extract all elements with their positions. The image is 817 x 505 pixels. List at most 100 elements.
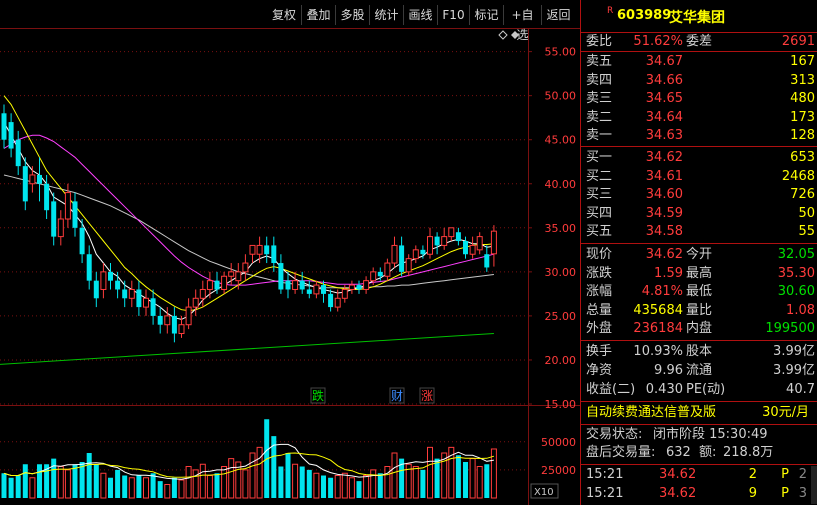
f10-button[interactable]: F10 <box>437 5 469 25</box>
price-axis-label: 35.00 <box>545 222 577 235</box>
volume-bar <box>348 477 355 499</box>
event-marker: 财 <box>391 389 403 403</box>
candle-body <box>108 271 113 281</box>
volume-bar <box>221 466 228 499</box>
volume-bar <box>22 464 28 498</box>
volume-bar <box>463 462 468 498</box>
candle-body <box>469 244 476 255</box>
fuquan-button[interactable]: 复权 <box>267 5 301 25</box>
ask-level-row: 卖二 34.64 173 <box>581 109 817 127</box>
candle-body <box>278 263 284 290</box>
volume-bar <box>341 472 348 499</box>
candle-body <box>334 297 341 308</box>
ask-volume: 167 <box>790 54 815 69</box>
fin-value: 10.93% <box>633 344 683 359</box>
volume-bar <box>150 473 156 498</box>
stat-label: 总量 <box>586 302 613 318</box>
volume-bar <box>64 469 71 499</box>
tick-row: 15:21 34.62 2 P 2 <box>581 466 817 484</box>
tick-price: 34.62 <box>659 486 697 501</box>
stat-label: 今开 <box>686 247 713 262</box>
stock-code[interactable]: 603989 <box>617 8 671 23</box>
candle-body <box>484 254 490 268</box>
volume-bar <box>476 466 483 499</box>
candle-body <box>370 271 377 282</box>
candle-body <box>79 227 85 255</box>
volume-bar <box>292 463 299 499</box>
candle-body <box>214 280 220 290</box>
price-axis-label: 55.00 <box>545 46 577 59</box>
weicha-label: 委差 <box>686 34 713 49</box>
candle-body <box>100 271 107 290</box>
stat-label: 涨跌 <box>586 265 613 281</box>
kline-chart[interactable]: 55.00 50.00 45.00 40.00 35.00 30.00 25.00 20.00… <box>0 0 580 505</box>
fin-value: 40.7 <box>786 382 815 397</box>
candle-body <box>348 284 355 290</box>
ask-label: 卖二 <box>586 109 613 125</box>
volume-bar <box>171 477 177 498</box>
tick-scrollbar[interactable] <box>811 466 817 504</box>
candle-body <box>192 297 199 308</box>
candle-body <box>206 280 213 290</box>
volume-bar <box>86 453 92 498</box>
candle-body <box>37 174 42 184</box>
candle-body <box>299 280 305 290</box>
volume-bar <box>1 473 7 498</box>
candle-body <box>306 289 312 294</box>
candle-body <box>235 271 242 282</box>
candle-body <box>221 275 228 290</box>
overlay-button[interactable]: 叠加 <box>301 5 335 25</box>
volume-bar <box>455 455 461 498</box>
candle-body <box>356 285 362 290</box>
weibi-row: 委比 51.62% 委差 2691 <box>581 33 817 51</box>
bid-volume: 653 <box>790 150 815 165</box>
tick-side: P <box>781 486 789 501</box>
volume-bar <box>228 458 235 499</box>
stat-row: 涨跌 1.59 最高 35.30 <box>581 265 817 283</box>
ask-volume: 313 <box>790 72 815 88</box>
statistics-button[interactable]: 统计 <box>369 5 403 25</box>
fin-row: 收益(二) 0.430 PE(动) 40.7 <box>581 381 817 399</box>
promo-price[interactable]: 30元/月 <box>762 403 809 423</box>
volume-bar <box>122 475 128 498</box>
promo-row[interactable]: 自动续费通达信普及版 30元/月 <box>581 403 817 423</box>
price-axis-label: 15.00 <box>545 398 577 411</box>
volume-bar <box>72 464 78 498</box>
price-axis-label: 30.00 <box>545 266 577 279</box>
back-button[interactable]: 返回 <box>541 5 575 25</box>
ask-label: 卖一 <box>586 128 613 144</box>
candle-body <box>8 122 14 149</box>
bid-price: 34.60 <box>645 187 683 203</box>
candle-body <box>384 262 391 277</box>
volume-bar <box>29 477 36 499</box>
status-row: 交易状态: 闭市阶段 15:30:49 <box>581 426 817 444</box>
bid-price: 34.62 <box>645 150 683 165</box>
bid-price: 34.61 <box>645 168 683 184</box>
draw-line-button[interactable]: 画线 <box>403 5 437 25</box>
price-axis-label: 20.00 <box>545 354 577 367</box>
candle-body <box>228 271 235 277</box>
volume-bar <box>157 481 163 498</box>
stock-name[interactable]: 艾华集团 <box>669 7 725 27</box>
price-axis-label: 25.00 <box>545 310 577 323</box>
promo-text[interactable]: 自动续费通达信普及版 <box>586 403 716 423</box>
candle-body <box>1 113 7 140</box>
volume-bar <box>370 469 377 499</box>
mark-button[interactable]: 标记 <box>469 5 503 25</box>
bid-level-row: 买二 34.61 2468 <box>581 168 817 186</box>
bid-price: 34.58 <box>645 224 683 240</box>
fin-label: 收益(二) <box>586 382 636 397</box>
candle-body <box>412 249 419 260</box>
multi-stock-button[interactable]: 多股 <box>335 5 369 25</box>
ask-label: 卖四 <box>586 72 613 88</box>
after-hours-row: 盘后交易量: 632 额: 218.8万 <box>581 444 817 462</box>
volume-bar <box>377 473 383 498</box>
stat-value: 1.08 <box>786 302 815 318</box>
ask-price: 34.65 <box>645 91 683 107</box>
stat-value: 236184 <box>633 321 683 337</box>
add-watchlist-button[interactable]: +自选 <box>503 5 541 42</box>
tick-time: 15:21 <box>586 467 624 482</box>
candle-body <box>321 285 326 294</box>
volume-bar <box>427 446 433 499</box>
volume-bar <box>136 475 142 498</box>
